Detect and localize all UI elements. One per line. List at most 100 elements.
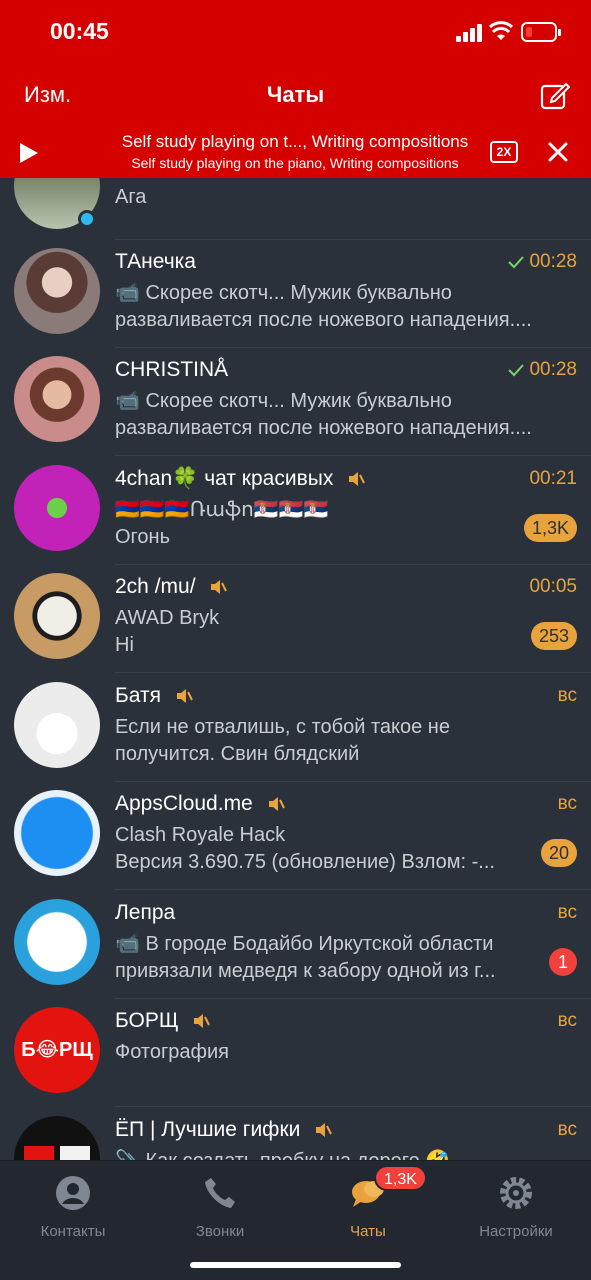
chat-row[interactable]: AppsCloud.me вс Clash Royale Hack Версия… [0,782,591,890]
play-icon[interactable] [20,143,38,163]
tab-label: Контакты [40,1223,106,1240]
chat-time: вс [557,793,577,814]
chat-name: ЁП | Лучшие гифки [115,1118,333,1142]
close-icon[interactable] [547,141,569,163]
nav-bar: Изм. Чаты [0,62,591,128]
avatar [14,465,100,551]
tab-settings[interactable]: Настройки [446,1171,586,1241]
chat-row[interactable]: CHRISTINÅ 00:28 📹 Скорее скотч... Мужик … [0,348,591,456]
unread-badge: 1 [549,948,577,976]
chat-row[interactable]: Б😂РЩ БОРЩ вс Фотография [0,999,591,1107]
read-check-icon [508,256,525,269]
chat-row[interactable]: ТАнечка 00:28 📹 Скорее скотч... Мужик бу… [0,240,591,348]
chat-name: 2ch /mu/ [115,575,228,599]
chat-message: 🇦🇲🇦🇲🇦🇲Ռաֆո🇷🇸🇷🇸🇷🇸 [115,499,329,521]
tab-contacts[interactable]: Контакты [3,1171,143,1241]
chat-name: AppsCloud.me [115,792,285,816]
chat-row[interactable]: 2ch /mu/ 00:05 AWAD Bryk Hi 253 [0,565,591,673]
chat-message-line2: привязали медведя к забору одной из г... [115,960,496,982]
chat-list[interactable]: Ага ТАнечка 00:28 📹 Скорее скотч... Мужи… [0,178,591,1160]
chat-time: вс [557,902,577,923]
home-indicator[interactable] [190,1262,401,1268]
mute-icon [176,689,193,704]
chat-row[interactable]: 4chan🍀 чат красивых 00:21 🇦🇲🇦🇲🇦🇲Ռաֆո🇷🇸🇷🇸… [0,457,591,565]
chat-message: 📎 Как создать пробку на дороге 🤣 [115,1148,577,1160]
chat-message-line2: Hi [115,634,134,656]
chat-message: AWAD Bryk [115,607,220,629]
gear-icon [500,1177,532,1209]
chat-message: 📹 Скорее скотч... Мужик буквально [115,282,452,304]
read-check-icon [508,364,525,377]
status-time: 00:45 [50,18,109,44]
tab-chats[interactable]: 1,3K Чаты [298,1165,438,1241]
chat-message-line2: разваливается после ножевого нападения..… [115,417,532,439]
mute-icon [349,472,366,487]
chat-message-line2: разваливается после ножевого нападения..… [115,309,532,331]
unread-badge: 1,3K [523,514,577,542]
divider [115,455,591,456]
mute-icon [316,1123,333,1138]
chat-message-line2: Огонь [115,526,170,548]
divider [115,889,591,890]
unread-badge: 20 [540,839,577,867]
chat-time: 00:05 [529,576,577,597]
battery-icon [521,22,561,42]
page-title: Чаты [266,82,325,107]
chat-row[interactable]: Батя вс Если не отвалишь, с тобой такое … [0,674,591,782]
playback-speed-button[interactable]: 2X [490,141,518,163]
chat-time: вс [557,1010,577,1031]
mute-icon [211,580,228,595]
divider [115,1106,591,1107]
chat-time: вс [557,685,577,706]
avatar-text: Б😂РЩ [21,1039,93,1061]
tab-label: Чаты [350,1223,386,1240]
avatar [14,356,100,442]
chat-row[interactable]: Лепра вс 📹 В городе Бодайбо Иркутской об… [0,891,591,999]
avatar [14,248,100,334]
status-bar: 00:45 [0,0,591,62]
avatar [14,573,100,659]
chat-row[interactable]: ЁП | Лучшие гифки вс 📎 Как создать пробк… [0,1108,591,1160]
avatar [14,790,100,876]
signal-icon [456,24,484,42]
compose-icon[interactable] [540,80,570,110]
avatar [14,682,100,768]
chat-message: Clash Royale Hack [115,824,286,846]
chat-name: Батя [115,684,193,708]
chat-name: ТАнечка [115,250,196,273]
audio-player-bar[interactable]: Self study playing on t..., Writing comp… [0,128,591,178]
mute-icon [194,1014,211,1029]
unread-badge: 253 [530,622,577,650]
chat-time: 00:28 [507,359,577,381]
chat-message: Фотография [115,1041,229,1063]
chat-time: 00:21 [529,468,577,489]
mute-icon [268,797,285,812]
avatar [14,899,100,985]
avatar: Б😂РЩ [14,1007,100,1093]
tab-label: Настройки [479,1223,553,1240]
chat-name: 4chan🍀 чат красивых [115,467,366,491]
phone-icon [205,1178,235,1208]
chat-name: CHRISTINÅ [115,358,229,381]
chat-message: 📹 Скорее скотч... Мужик буквально [115,390,452,412]
chat-message-line2: получится. Свин блядский [115,743,360,765]
chat-name: БОРЩ [115,1009,211,1033]
avatar [14,1116,100,1160]
wifi-icon [489,21,513,40]
chat-time: вс [557,1119,577,1140]
chat-row[interactable]: Ага [0,178,591,240]
chat-name: Лепра [115,901,176,924]
player-title: Self study playing on t..., Writing comp… [121,132,469,151]
tab-label: Звонки [195,1223,245,1240]
player-subtitle: Self study playing on the piano, Writing… [131,155,459,171]
divider [115,672,591,673]
header: 00:45 Изм. Чаты Self study playing on t.… [0,0,591,178]
tab-calls[interactable]: Звонки [150,1171,290,1241]
chat-message: Ага [115,186,147,208]
chat-time: 00:28 [507,251,577,273]
chat-message: Если не отвалишь, с тобой такое не [115,716,450,738]
chat-message: 📹 В городе Бодайбо Иркутской области [115,933,494,955]
chat-message-line2: Версия 3.690.75 (обновление) Взлом: -... [115,851,495,873]
online-indicator [78,210,96,228]
tab-badge: 1,3K [374,1165,427,1191]
